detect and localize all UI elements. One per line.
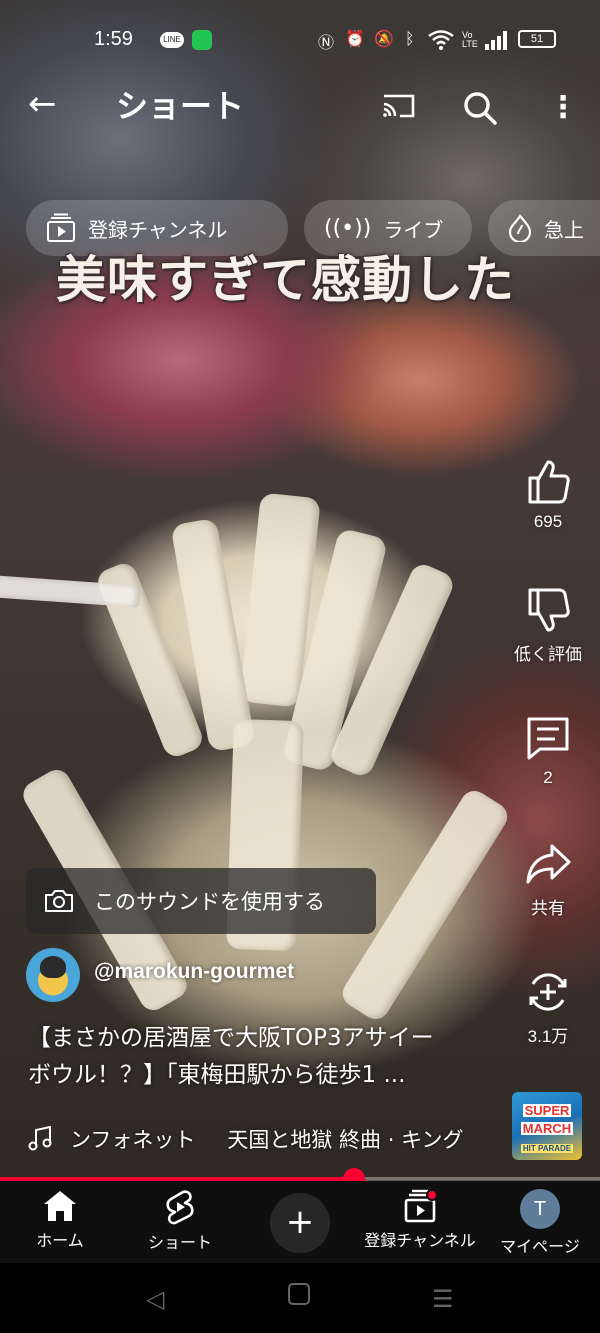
channel-handle[interactable]: @marokun-gourmet [94,960,294,984]
plus-icon: + [285,1202,315,1242]
nav-label: ショート [147,1233,212,1252]
music-note-icon [28,1126,52,1151]
signal-icon [485,31,507,50]
nfc-icon: Ⓝ [318,33,335,52]
create-button[interactable]: + [270,1193,330,1253]
album-text: HIT PARADE [520,1144,574,1153]
remix-count: 3.1万 [527,1027,569,1046]
subscriptions-icon [47,213,75,242]
battery-icon: 51 [518,30,556,48]
nav-label: マイページ [500,1237,580,1256]
album-text: SUPER [522,1103,572,1118]
nav-shorts[interactable]: ショート [120,1189,240,1253]
volte-icon: Vo LTE [462,30,478,49]
nav-label: ホーム [36,1231,84,1250]
system-home-icon[interactable] [288,1283,310,1305]
share-button[interactable]: 共有 [500,840,596,919]
notification-app-icon [192,30,212,50]
chip-label: 急上 [544,217,584,242]
description-line: ボウル！？】「東梅田駅から徒歩1 ... [28,1062,406,1088]
sound-album-art[interactable]: SUPER MARCH HIT PARADE [512,1092,582,1160]
dislike-label: 低く評価 [514,645,582,664]
nav-you[interactable]: T マイページ [480,1189,600,1257]
shorts-icon [166,1190,194,1225]
channel-avatar[interactable] [26,948,80,1002]
share-icon [526,844,571,884]
music-ticker[interactable]: ンフォネット 天国と地獄 終曲 · キング [28,1122,508,1156]
nav-label: 登録チャンネル [364,1231,476,1250]
page-title: ショート [116,87,245,125]
use-sound-button[interactable]: このサウンドを使用する [26,868,376,934]
nav-home[interactable]: ホーム [0,1189,120,1251]
back-arrow-icon[interactable]: ← [28,84,57,124]
nav-subscriptions[interactable]: 登録チャンネル [360,1189,480,1251]
status-time: 1:59 [94,28,133,50]
remix-icon [529,973,567,1011]
status-bar: 1:59 LINE Ⓝ ⏰ 🔕 ᛒ Vo LTE 51 [0,20,600,60]
share-label: 共有 [531,899,565,918]
dislike-button[interactable]: 低く評価 [500,586,596,665]
use-sound-label: このサウンドを使用する [94,890,325,914]
account-avatar: T [520,1189,560,1229]
system-navigation-bar: ◁ ☰ [0,1263,600,1333]
bluetooth-icon: ᛒ [405,29,415,48]
subscriptions-icon-wrap [360,1189,480,1223]
chip-label: ライブ [383,217,444,242]
wifi-icon [428,30,454,50]
system-recents-icon[interactable]: ☰ [432,1285,454,1313]
live-icon: ((•)) [324,215,372,241]
bottom-navigation: ホーム ショート + 登録チャンネル T マイページ [0,1181,600,1263]
description-line: 【まさかの居酒屋で大阪TOP3アサイー [28,1025,434,1051]
alarm-icon: ⏰ [345,29,365,48]
comment-icon [527,717,569,760]
music-artist: ンフォネット [70,1128,196,1152]
music-title: 天国と地獄 終曲 · キング [227,1128,464,1152]
video-description[interactable]: 【まさかの居酒屋で大阪TOP3アサイー ボウル！？】「東梅田駅から徒歩1 ... [28,1020,508,1094]
comments-button[interactable]: 2 [500,714,596,788]
thumbs-up-icon [528,460,570,504]
video-overlay-caption: 美味すぎて感動した [56,250,515,309]
cast-icon[interactable] [382,93,416,119]
thumbs-down-icon [528,588,570,632]
search-icon[interactable] [462,90,498,126]
top-app-bar: ← ショート ⋮ [0,78,600,138]
trending-icon [508,214,532,242]
new-content-badge [426,1189,438,1201]
system-back-icon[interactable]: ◁ [146,1285,164,1313]
comment-count: 2 [543,768,553,787]
more-options-icon[interactable]: ⋮ [548,88,578,128]
like-button[interactable]: 695 [500,458,596,532]
chip-label: 登録チャンネル [88,217,228,242]
remix-button[interactable]: 3.1万 [500,968,596,1047]
like-count: 695 [533,512,563,531]
home-icon [44,1191,76,1221]
mute-icon: 🔕 [374,29,394,48]
camera-icon [45,890,73,912]
album-text: MARCH [520,1121,574,1136]
line-app-icon: LINE [160,32,184,48]
